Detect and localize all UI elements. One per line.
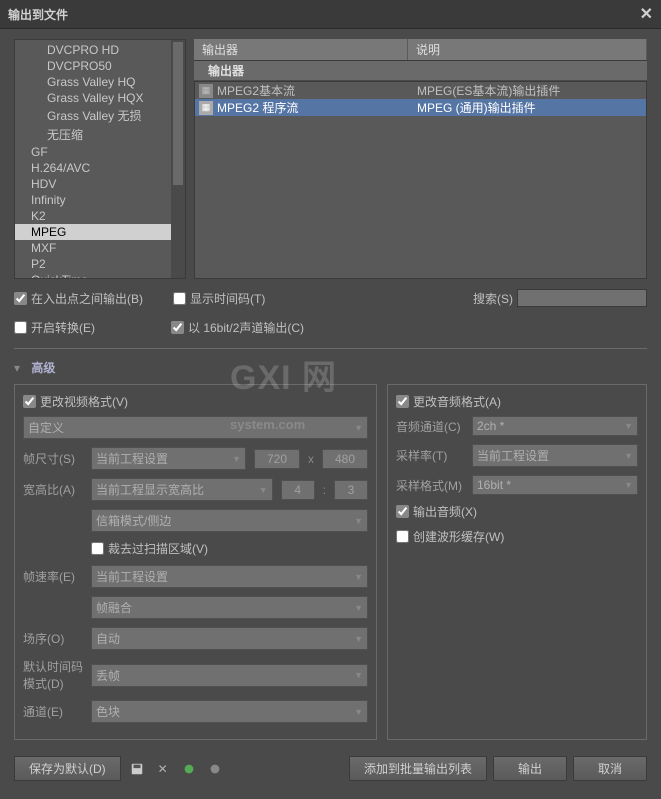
tree-item[interactable]: MPEG (15, 224, 185, 240)
aspect-select[interactable]: 当前工程显示宽高比▼ (91, 478, 273, 501)
header-description[interactable]: 说明 (408, 39, 647, 60)
tree-item[interactable]: 无压缩 (15, 125, 185, 144)
tree-item[interactable]: Grass Valley 无损 (15, 106, 185, 125)
tree-item[interactable]: K2 (15, 208, 185, 224)
close-icon[interactable]: ✕ (640, 4, 653, 24)
waveform-checkbox[interactable]: 创建波形缓存(W) (396, 528, 638, 545)
video-preset-select[interactable]: 自定义▼ (23, 416, 368, 439)
gear-grey-icon[interactable] (205, 759, 225, 779)
inout-checkbox[interactable]: 在入出点之间输出(B) (14, 290, 143, 307)
audio-channel-select[interactable]: 2ch *▼ (472, 416, 638, 436)
channel-select[interactable]: 色块▼ (91, 700, 368, 723)
convert-checkbox[interactable]: 开启转换(E) (14, 319, 95, 336)
gear-green-icon[interactable] (179, 759, 199, 779)
header-exporter[interactable]: 输出器 (194, 39, 408, 60)
tree-item[interactable]: Grass Valley HQX (15, 90, 185, 106)
framerate-mode-select[interactable]: 帧融合▼ (91, 596, 368, 619)
scrollbar[interactable] (171, 40, 185, 278)
export-button[interactable]: 输出 (493, 756, 567, 781)
tree-item[interactable]: H.264/AVC (15, 160, 185, 176)
delete-icon[interactable]: ✕ (153, 759, 173, 779)
ar1-input[interactable] (281, 480, 315, 500)
field-select[interactable]: 自动▼ (91, 627, 368, 650)
samplerate-select[interactable]: 当前工程设置▼ (472, 444, 638, 467)
timecode-checkbox[interactable]: 显示时间码(T) (173, 290, 265, 307)
save-icon[interactable] (127, 759, 147, 779)
sub-header: 输出器 (194, 61, 647, 81)
save-default-button[interactable]: 保存为默认(D) (14, 756, 121, 781)
tree-item[interactable]: P2 (15, 256, 185, 272)
list-row[interactable]: ▦MPEG2基本流MPEG(ES基本流)输出插件 (195, 82, 646, 99)
tree-item[interactable]: GF (15, 144, 185, 160)
tree-item[interactable]: QuickTime (15, 272, 185, 279)
advanced-label[interactable]: 高级 (23, 361, 55, 375)
list-row[interactable]: ▦MPEG2 程序流MPEG (通用)输出插件 (195, 99, 646, 116)
tree-item[interactable]: HDV (15, 176, 185, 192)
window-title: 输出到文件 (8, 6, 68, 23)
film-icon: ▦ (199, 101, 213, 115)
frame-size-select[interactable]: 当前工程设置▼ (91, 447, 246, 470)
tree-item[interactable]: Grass Valley HQ (15, 74, 185, 90)
change-video-format-checkbox[interactable]: 更改视频格式(V) (23, 393, 368, 410)
height-input[interactable] (322, 449, 368, 469)
tree-item[interactable]: MXF (15, 240, 185, 256)
film-icon: ▦ (199, 84, 213, 98)
framerate-select[interactable]: 当前工程设置▼ (91, 565, 368, 588)
codec-tree[interactable]: DVCPRO HDDVCPRO50Grass Valley HQGrass Va… (14, 39, 186, 279)
tree-item[interactable]: Infinity (15, 192, 185, 208)
tree-item[interactable]: DVCPRO HD (15, 42, 185, 58)
exporter-list[interactable]: ▦MPEG2基本流MPEG(ES基本流)输出插件▦MPEG2 程序流MPEG (… (194, 81, 647, 279)
search-input[interactable] (517, 289, 647, 307)
crop-checkbox[interactable]: 裁去过扫描区域(V) (91, 540, 208, 557)
cancel-button[interactable]: 取消 (573, 756, 647, 781)
sampleformat-select[interactable]: 16bit *▼ (472, 475, 638, 495)
tree-item[interactable]: DVCPRO50 (15, 58, 185, 74)
add-batch-button[interactable]: 添加到批量输出列表 (349, 756, 487, 781)
ar2-input[interactable] (334, 480, 368, 500)
width-input[interactable] (254, 449, 300, 469)
output-audio-checkbox[interactable]: 输出音频(X) (396, 503, 638, 520)
letterbox-select[interactable]: 信箱模式/侧边▼ (91, 509, 368, 532)
audio16-checkbox[interactable]: 以 16bit/2声道输出(C) (171, 319, 304, 336)
change-audio-format-checkbox[interactable]: 更改音频格式(A) (396, 393, 638, 410)
search-label: 搜索(S) (473, 290, 513, 307)
timecode-mode-select[interactable]: 丢帧▼ (91, 664, 368, 687)
